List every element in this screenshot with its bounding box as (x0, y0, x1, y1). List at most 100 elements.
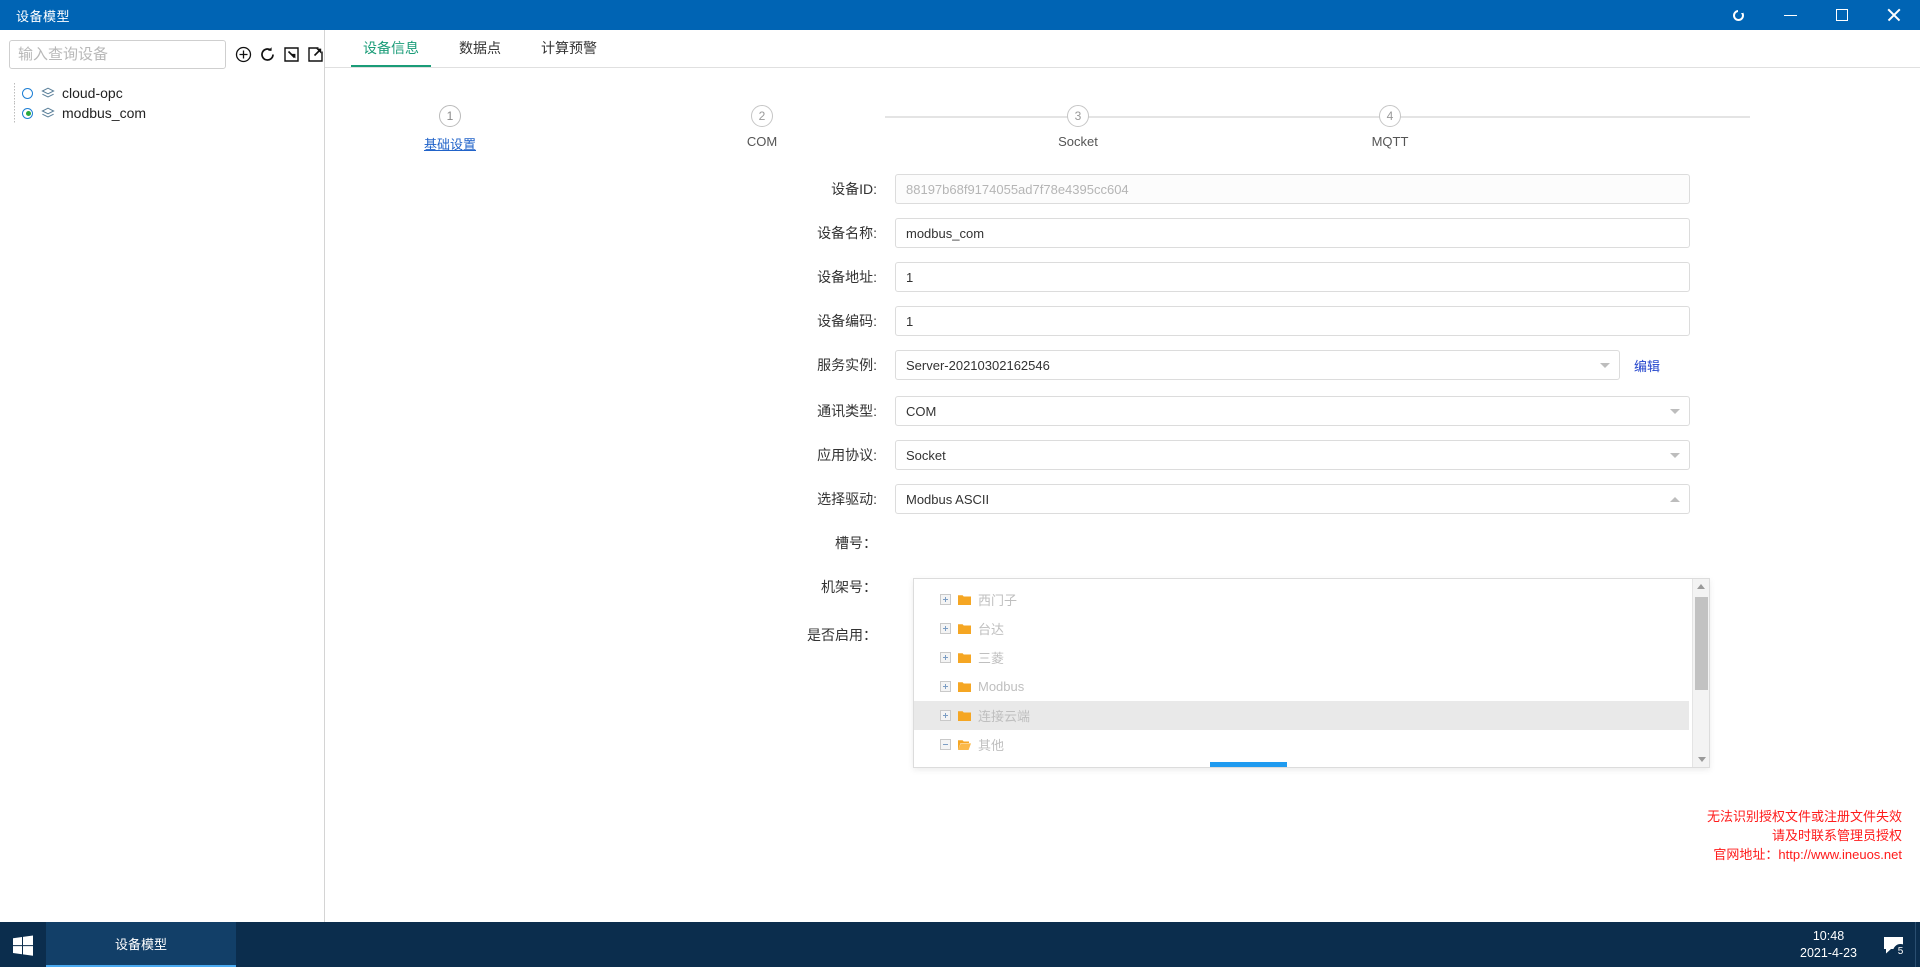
driver-tree-label: 台达 (978, 622, 1005, 637)
driver-tree-label: Modbus (978, 679, 1025, 694)
comm-type-value: COM (906, 403, 937, 419)
field-label: 槽号： (835, 535, 877, 551)
app-protocol-value: Socket (906, 447, 946, 463)
scrollbar-thumb[interactable] (1210, 762, 1287, 767)
show-desktop-button[interactable] (1915, 922, 1920, 967)
warning-line-3: 官网地址：http://www.ineuos.net (1713, 847, 1902, 862)
main-area: cloud-opc modbus_com 设备信息 数据点 计算预警 1 基础设… (0, 30, 1920, 922)
driver-tree-label: 连接云端 (978, 709, 1031, 724)
maximize-icon[interactable] (1816, 0, 1868, 30)
driver-tree-label: 西门子 (978, 593, 1018, 608)
warning-line-1: 无法识别授权文件或注册文件失效 (1706, 809, 1902, 824)
scrollbar-thumb[interactable] (1695, 597, 1708, 690)
window-title: 设备模型 (16, 8, 71, 24)
field-device-name: 设备名称: (325, 218, 1920, 248)
layer-icon (41, 107, 55, 118)
tree-item-modbus-com[interactable]: modbus_com (14, 103, 324, 123)
step-label: Socket (1058, 134, 1098, 149)
tree-item-cloud-opc[interactable]: cloud-opc (14, 83, 324, 103)
warning-line-2: 请及时联系管理员授权 (1771, 828, 1902, 843)
tab-device-info[interactable]: 设备信息 (343, 29, 439, 67)
expand-icon[interactable] (940, 652, 951, 663)
export-icon[interactable] (304, 42, 327, 67)
service-instance-value: Server-20210302162546 (906, 357, 1050, 373)
driver-tree-item-siemens[interactable]: 西门子 (914, 585, 1689, 614)
step-mqtt[interactable]: 4 MQTT (1325, 100, 1455, 149)
field-label: 选择驱动: (817, 491, 877, 507)
device-name-input[interactable] (895, 218, 1690, 248)
step-label: 基础设置 (423, 137, 476, 152)
radio-icon[interactable] (22, 107, 33, 119)
taskbar-item-device-model[interactable]: 设备模型 (46, 922, 236, 967)
refresh-icon[interactable] (256, 42, 279, 67)
step-socket[interactable]: 3 Socket (1013, 100, 1143, 149)
notifications-icon[interactable]: 5 (1871, 922, 1915, 967)
search-input[interactable] (9, 40, 226, 69)
edit-service-instance-link[interactable]: 编辑 (1634, 356, 1660, 375)
expand-icon[interactable] (940, 681, 951, 692)
field-comm-type: 通讯类型: COM (325, 396, 1920, 426)
folder-icon (958, 711, 971, 721)
title-bar: 设备模型 (0, 0, 1920, 30)
driver-tree-item-modbus[interactable]: Modbus (914, 672, 1689, 701)
add-device-icon[interactable] (232, 42, 255, 67)
tab-data-points[interactable]: 数据点 (439, 29, 521, 67)
field-label: 设备地址: (817, 269, 877, 285)
chevron-down-icon (1600, 363, 1610, 368)
collapse-icon[interactable] (940, 739, 951, 750)
field-label: 设备名称: (817, 225, 877, 241)
field-label: 服务实例: (817, 357, 877, 373)
driver-tree-label: 其他 (978, 738, 1005, 751)
expand-icon[interactable] (940, 623, 951, 634)
folder-icon (958, 595, 971, 605)
folder-open-icon (958, 740, 971, 750)
windows-start-icon[interactable] (0, 922, 46, 967)
step-label: COM (746, 134, 778, 149)
notification-count: 5 (1893, 944, 1908, 959)
driver-tree-item-other[interactable]: 其他 (914, 730, 1689, 751)
taskbar: 设备模型 10:48 2021-4-23 5 (0, 922, 1920, 967)
comm-type-select[interactable]: COM (895, 396, 1690, 426)
device-address-input[interactable] (895, 262, 1690, 292)
service-instance-select[interactable]: Server-20210302162546 (895, 350, 1620, 380)
tab-calc-alarm[interactable]: 计算预警 (521, 29, 617, 67)
chevron-down-icon (1670, 409, 1680, 414)
field-label: 应用协议: (817, 447, 877, 463)
driver-tree-item-cloud[interactable]: 连接云端 (914, 701, 1689, 730)
driver-select[interactable]: Modbus ASCII (895, 484, 1690, 514)
step-com[interactable]: 2 COM (697, 100, 827, 149)
dropdown-horizontal-scrollbar[interactable] (914, 762, 1689, 767)
device-form: 设备ID: 设备名称: 设备地址: 设备编码: 服务实例: Server-202… (325, 174, 1920, 768)
field-label: 设备编码: (817, 313, 877, 329)
scroll-up-icon[interactable] (1693, 579, 1709, 594)
close-icon[interactable] (1868, 0, 1920, 30)
folder-icon (958, 624, 971, 634)
expand-icon[interactable] (940, 594, 951, 605)
radio-icon[interactable] (22, 87, 33, 99)
import-icon[interactable] (280, 42, 303, 67)
step-number: 2 (751, 105, 773, 127)
app-protocol-select[interactable]: Socket (895, 440, 1690, 470)
taskbar-clock[interactable]: 10:48 2021-4-23 (1800, 928, 1871, 962)
driver-tree-item-mitsubishi[interactable]: 三菱 (914, 643, 1689, 672)
field-label: 设备ID: (831, 181, 877, 197)
chevron-down-icon (1670, 453, 1680, 458)
settings-circle-icon[interactable] (1712, 0, 1764, 30)
expand-icon[interactable] (940, 710, 951, 721)
step-label: MQTT (1371, 134, 1409, 149)
tab-bar: 设备信息 数据点 计算预警 (325, 30, 1920, 68)
scroll-down-icon[interactable] (1693, 752, 1710, 767)
folder-icon (958, 682, 971, 692)
tree-item-label: modbus_com (62, 105, 147, 121)
sidebar-search-row (0, 30, 324, 69)
device-id-input[interactable] (895, 174, 1690, 204)
driver-tree-item-delta[interactable]: 台达 (914, 614, 1689, 643)
dropdown-vertical-scrollbar[interactable] (1692, 579, 1709, 767)
folder-icon (958, 653, 971, 663)
field-label: 机架号： (821, 579, 877, 595)
clock-time: 10:48 (1812, 928, 1845, 943)
driver-value: Modbus ASCII (906, 491, 990, 507)
device-code-input[interactable] (895, 306, 1690, 336)
step-basic-settings[interactable]: 1 基础设置 (385, 100, 515, 153)
minimize-icon[interactable] (1764, 0, 1816, 30)
